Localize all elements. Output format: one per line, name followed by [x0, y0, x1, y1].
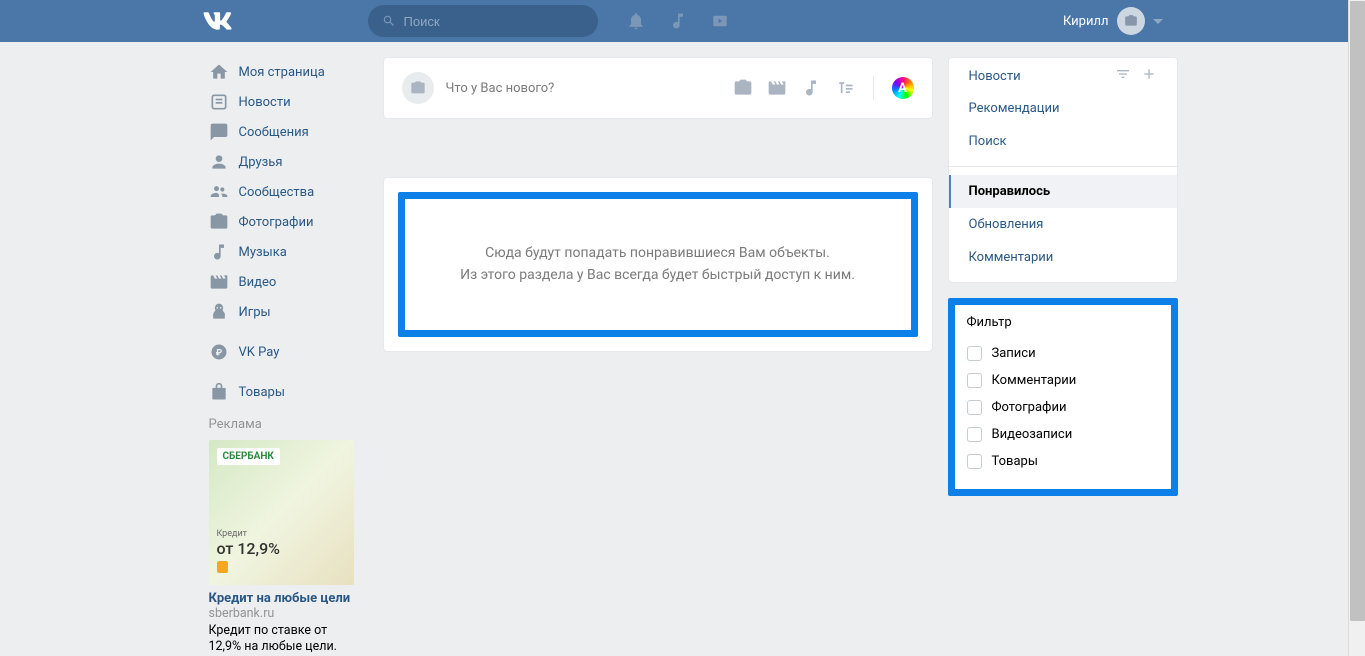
ad-section-label: Реклама: [203, 407, 368, 440]
nav-photos[interactable]: Фотографии: [203, 207, 368, 237]
attach-text-icon[interactable]: [835, 78, 855, 98]
filter-comments[interactable]: Комментарии: [967, 367, 1159, 394]
filter-photos[interactable]: Фотографии: [967, 394, 1159, 421]
username-label: Кирилл: [1063, 14, 1109, 29]
attach-video-icon[interactable]: [767, 78, 787, 98]
checkbox-icon: [967, 454, 982, 469]
nav-videos[interactable]: Видео: [203, 267, 368, 297]
composer-input[interactable]: Что у Вас нового?: [446, 81, 733, 96]
filter-title: Фильтр: [967, 315, 1159, 340]
clapperboard-icon: [209, 272, 229, 292]
nav-music[interactable]: Музыка: [203, 237, 368, 267]
svg-text:₽: ₽: [215, 348, 222, 358]
checkbox-icon: [967, 400, 982, 415]
notifications-icon[interactable]: [626, 11, 646, 31]
music-note-icon: [209, 242, 229, 262]
checkbox-icon: [967, 373, 982, 388]
ad-block[interactable]: СБЕРБАНК Кредит от 12,9% Кредит на любые…: [203, 440, 368, 656]
filter-videos[interactable]: Видеозаписи: [967, 421, 1159, 448]
left-nav: Моя страница Новости Сообщения Друзья Со…: [203, 57, 368, 656]
side-recommendations[interactable]: Рекомендации: [949, 92, 1177, 125]
header-bar: Кирилл: [0, 0, 1365, 42]
messages-icon: [209, 122, 229, 142]
checkbox-icon: [967, 427, 982, 442]
filter-posts[interactable]: Записи: [967, 340, 1159, 367]
scrollbar-thumb[interactable]: [1350, 1, 1365, 621]
home-icon: [209, 62, 229, 82]
side-liked[interactable]: Понравилось: [949, 175, 1177, 208]
ad-description: Кредит по ставке от 12,9% на любые цели.: [209, 621, 362, 656]
nav-news[interactable]: Новости: [203, 87, 368, 117]
empty-state-highlight: Сюда будут попадать понравившиеся Вам об…: [398, 192, 918, 337]
add-icon[interactable]: [1141, 66, 1157, 86]
checkbox-icon: [967, 346, 982, 361]
profile-menu[interactable]: Кирилл: [1063, 7, 1163, 35]
nav-messages[interactable]: Сообщения: [203, 117, 368, 147]
nav-my-page[interactable]: Моя страница: [203, 57, 368, 87]
search-box[interactable]: [368, 5, 598, 37]
ad-image: СБЕРБАНК Кредит от 12,9%: [209, 440, 354, 585]
nav-friends[interactable]: Друзья: [203, 147, 368, 177]
attach-music-icon[interactable]: [801, 78, 821, 98]
communities-icon: [209, 182, 229, 202]
attach-photo-icon[interactable]: [733, 78, 753, 98]
ad-brand-logo: СБЕРБАНК: [217, 448, 280, 465]
filter-icon[interactable]: [1115, 66, 1131, 86]
news-icon: [209, 92, 229, 112]
nav-games[interactable]: Игры: [203, 297, 368, 327]
search-icon: [382, 14, 396, 28]
search-input[interactable]: [404, 14, 584, 29]
filter-panel: Фильтр Записи Комментарии Фотографии Вид…: [948, 298, 1178, 496]
side-comments[interactable]: Комментарии: [949, 241, 1177, 274]
side-updates[interactable]: Обновления: [949, 208, 1177, 241]
bag-icon: [209, 382, 229, 402]
empty-state-card: Сюда будут попадать понравившиеся Вам об…: [383, 177, 933, 352]
vkpay-icon: ₽: [209, 342, 229, 362]
post-composer: Что у Вас нового? A: [383, 57, 933, 119]
empty-line1: Сюда будут попадать понравившиеся Вам об…: [415, 243, 901, 265]
camera-icon: [209, 212, 229, 232]
video-icon[interactable]: [710, 11, 730, 31]
nav-communities[interactable]: Сообщества: [203, 177, 368, 207]
feed-filter-panel: Новости Рекомендации Поиск Понравилось О…: [948, 57, 1178, 283]
empty-line2: Из этого раздела у Вас всегда будет быст…: [415, 265, 901, 287]
chevron-down-icon: [1153, 14, 1163, 29]
games-icon: [209, 302, 229, 322]
vk-logo[interactable]: [203, 12, 368, 30]
poster-style-icon[interactable]: A: [892, 77, 914, 99]
side-search[interactable]: Поиск: [949, 125, 1177, 158]
ad-domain: sberbank.ru: [209, 606, 362, 621]
side-news[interactable]: Новости: [969, 69, 1021, 84]
nav-vkpay[interactable]: ₽VK Pay: [203, 337, 368, 367]
composer-avatar-icon: [402, 72, 434, 104]
friends-icon: [209, 152, 229, 172]
ad-title: Кредит на любые цели: [209, 585, 362, 606]
music-icon[interactable]: [668, 11, 688, 31]
avatar: [1117, 7, 1145, 35]
nav-goods[interactable]: Товары: [203, 377, 368, 407]
filter-goods[interactable]: Товары: [967, 448, 1159, 475]
scrollbar[interactable]: [1348, 0, 1365, 656]
